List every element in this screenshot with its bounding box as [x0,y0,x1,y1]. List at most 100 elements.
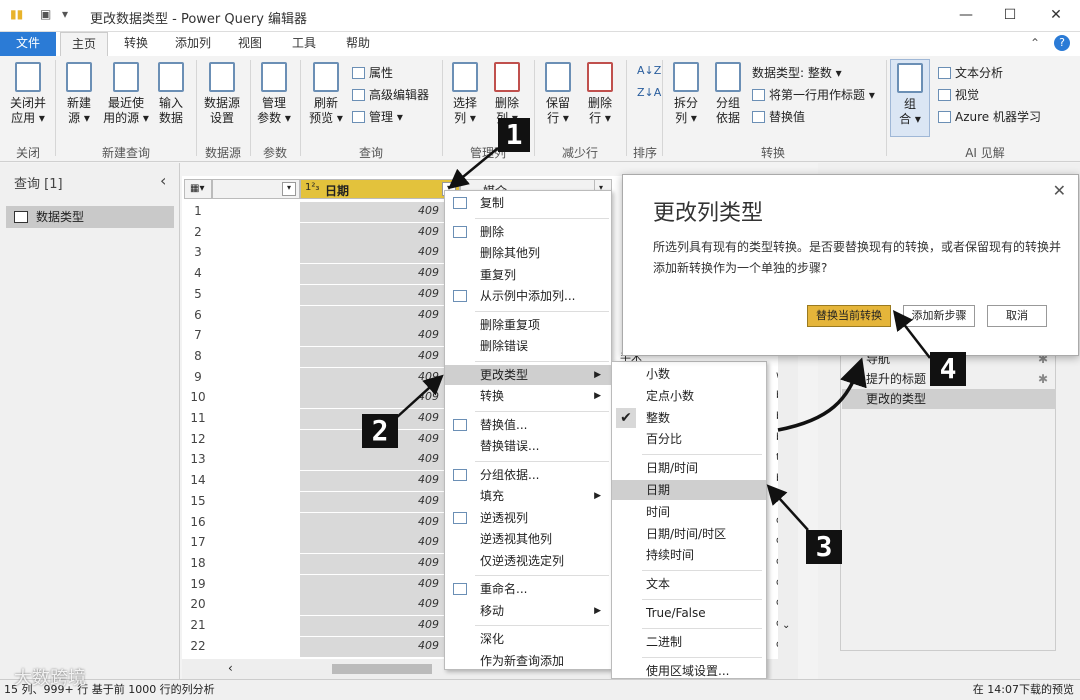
type-option[interactable]: 持续时间 [612,545,766,565]
date-cell[interactable]: 409 [300,595,445,616]
refresh-preview-button[interactable]: 刷新 预览 ▾ [306,62,346,126]
tab-tools[interactable]: 工具 [280,32,328,56]
manage-button[interactable]: 管理 ▾ [352,108,403,125]
date-cell[interactable]: 409 [300,553,445,574]
enter-data-button[interactable]: 输入 数据 [154,62,188,126]
tab-add-column[interactable]: 添加列 [166,32,220,56]
group-by-button[interactable]: 分组 依据 [710,62,746,126]
type-option[interactable]: 使用区域设置... [612,661,766,681]
keep-rows-button[interactable]: 保留行 ▾ [540,62,576,126]
dialog-close-button[interactable]: ✕ [1053,181,1066,200]
tab-home[interactable]: 主页 [60,32,108,56]
query-item[interactable]: 数据类型 [6,206,174,228]
azure-ml-button[interactable]: Azure 机器学习 [938,108,1041,125]
context-menu-item[interactable]: 重复列 [445,265,611,285]
date-cell[interactable]: 409 [300,491,445,512]
date-cell[interactable]: 409 [300,202,445,222]
sort-ascending-button[interactable]: A↓Z [637,64,661,77]
context-menu-item[interactable]: 删除错误 [445,336,611,356]
date-cell[interactable]: 409 [300,367,445,388]
type-option[interactable]: 日期/时间 [612,458,766,478]
type-option[interactable]: 小数 [612,364,766,384]
date-cell[interactable]: 409 [300,388,445,409]
context-menu-item[interactable]: 仅逆透视选定列 [445,551,611,571]
date-cell[interactable]: 409 [300,326,445,347]
date-cell[interactable]: 409 [300,346,445,367]
context-menu-item[interactable]: 删除重复项 [445,315,611,335]
data-source-settings-button[interactable]: 数据源 设置 [200,62,244,126]
context-menu-item[interactable]: 更改类型 ▶ [445,364,611,385]
help-icon[interactable]: ? [1054,35,1070,51]
date-cell[interactable]: 409 [300,574,445,595]
type-option[interactable]: 定点小数 [612,386,766,406]
type-icon[interactable]: 1²₃ [305,182,319,193]
date-cell[interactable]: 409 [300,636,445,657]
choose-columns-button[interactable]: 选择列 ▾ [448,62,482,126]
date-cell[interactable]: 409 [300,512,445,533]
collapse-pane-icon[interactable]: ‹ [160,171,166,190]
type-option[interactable]: 二进制 [612,632,766,652]
column-header-date[interactable]: 1²₃ 日期 ▾ [300,179,460,199]
qat-dropdown-icon[interactable]: ▾ [62,7,68,21]
context-menu-item[interactable]: 深化 [445,629,611,649]
date-cell[interactable]: 409 [300,222,445,243]
data-type-dropdown[interactable]: 数据类型: 整数 ▾ [752,64,842,81]
scroll-down-icon[interactable]: ⌄ [782,620,790,631]
context-menu-item[interactable]: 删除其他列 [445,243,611,263]
replace-current-button[interactable]: 替换当前转换 [807,305,891,327]
table-menu-icon[interactable]: ▦▾ [184,179,212,199]
new-source-button[interactable]: 新建源 ▾ [62,62,96,126]
context-menu-item[interactable]: 复制 [445,193,611,213]
type-option[interactable]: 整数 ✔ [612,407,766,428]
gear-icon[interactable]: ✱ [1038,369,1048,389]
type-option[interactable]: 日期/时间/时区 [612,524,766,544]
close-apply-button[interactable]: 关闭并 应用 ▾ [6,62,50,126]
context-menu-item[interactable]: 分组依据... [445,465,611,485]
date-cell[interactable]: 409 [300,305,445,326]
filter-dropdown-icon[interactable]: ▾ [282,182,296,196]
tab-help[interactable]: 帮助 [334,32,382,56]
date-cell[interactable]: 409 [300,471,445,492]
context-menu-item[interactable]: 逆透视列 [445,508,611,528]
collapse-ribbon-icon[interactable]: ⌃ [1030,36,1040,50]
combine-button[interactable]: 组合 ▾ [890,59,930,137]
type-option[interactable]: 日期 [612,480,766,500]
type-option[interactable]: 时间 [612,502,766,522]
context-menu-item[interactable]: 删除 [445,222,611,242]
context-menu-item[interactable]: 移动 ▶ [445,601,611,621]
date-cell[interactable]: 409 [300,284,445,305]
text-analytics-button[interactable]: 文本分析 [938,64,1003,81]
remove-rows-button[interactable]: 删除行 ▾ [582,62,618,126]
cancel-button[interactable]: 取消 [987,305,1047,327]
date-cell[interactable]: 409 [300,243,445,264]
context-menu-item[interactable]: 替换值... [445,415,611,435]
tab-transform[interactable]: 转换 [112,32,160,56]
replace-values-button[interactable]: 替换值 [752,108,805,125]
sort-descending-button[interactable]: Z↓A [637,86,661,99]
date-cell[interactable]: 409 [300,533,445,554]
context-menu-item[interactable]: 替换错误... [445,436,611,456]
remove-columns-button[interactable]: 删除列 ▾ [490,62,524,126]
step-changed-type[interactable]: 更改的类型 [842,389,1056,409]
type-option[interactable]: 百分比 [612,429,766,449]
properties-button[interactable]: 属性 [352,64,393,81]
context-menu-item[interactable]: 重命名... [445,579,611,599]
minimize-button[interactable]: — [946,4,986,26]
context-menu-item[interactable]: 填充 ▶ [445,486,611,506]
close-button[interactable]: ✕ [1036,4,1076,26]
tab-view[interactable]: 视图 [226,32,274,56]
vision-button[interactable]: 视觉 [938,86,979,103]
date-cell[interactable]: 409 [300,264,445,285]
split-column-button[interactable]: 拆分列 ▾ [668,62,704,126]
column-header[interactable]: ▾ [212,179,300,199]
type-option[interactable]: True/False [612,603,766,623]
context-menu-item[interactable]: 从示例中添加列... [445,286,611,306]
use-first-row-headers-button[interactable]: 将第一行用作标题 ▾ [752,86,875,103]
date-cell[interactable]: 409 [300,450,445,471]
scroll-thumb[interactable] [332,664,432,674]
context-menu-item[interactable]: 逆透视其他列 [445,529,611,549]
add-new-step-button[interactable]: 添加新步骤 [903,305,975,327]
recent-sources-button[interactable]: 最近使 用的源 ▾ [100,62,152,126]
scroll-left-icon[interactable]: ‹ [228,661,233,675]
context-menu-item[interactable]: 转换 ▶ [445,386,611,406]
